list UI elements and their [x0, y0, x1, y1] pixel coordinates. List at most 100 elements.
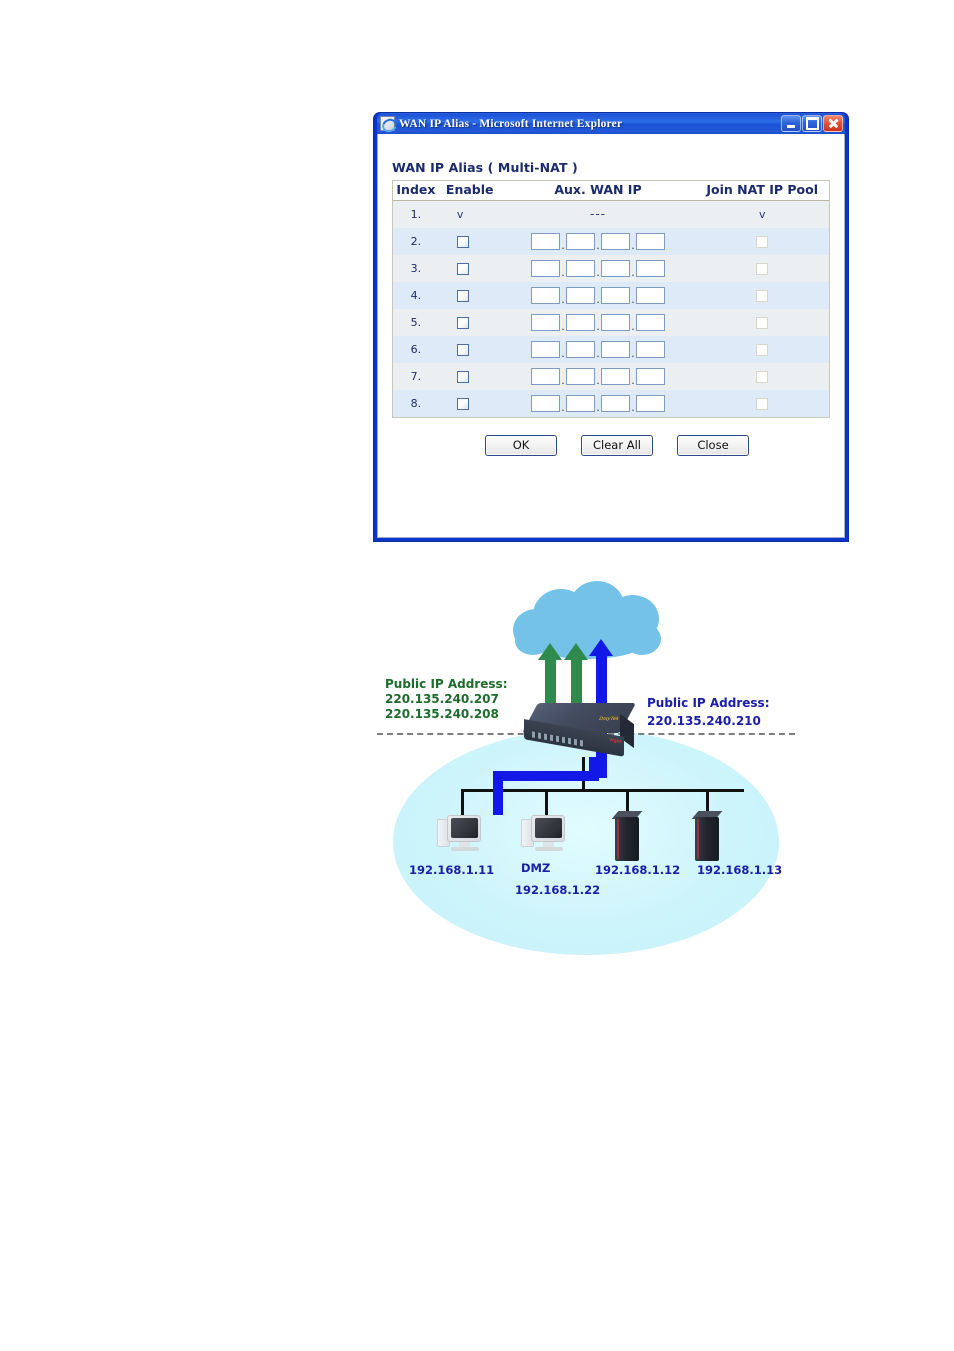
ip-octet-input-1[interactable] [530, 313, 560, 331]
ip-octet-input-3[interactable] [600, 232, 630, 250]
enable-checkbox[interactable] [456, 316, 469, 329]
join-nat-pool-checkbox[interactable] [756, 370, 769, 383]
octet-separator: . [596, 400, 600, 414]
octet-separator: . [561, 292, 565, 306]
aux-wan-ip-cell: --- [500, 200, 696, 228]
ip-octet-input-2[interactable] [565, 313, 595, 331]
octet-separator: . [631, 265, 635, 279]
ip-octet-input-3[interactable] [600, 313, 630, 331]
host-dmz-label: DMZ [521, 861, 551, 875]
octet-separator: . [596, 346, 600, 360]
ip-octet-input-3[interactable] [600, 259, 630, 277]
ip-octet-input-4[interactable] [635, 313, 665, 331]
enable-checkbox[interactable] [456, 343, 469, 356]
ip-octet-group: ... [502, 286, 695, 306]
aux-wan-ip-cell: ... [500, 281, 696, 309]
ip-octet-input-1[interactable] [530, 232, 560, 250]
ip-octet-input-4[interactable] [635, 340, 665, 358]
octet-separator: . [561, 346, 565, 360]
enable-cell [438, 362, 501, 390]
window-titlebar[interactable]: WAN IP Alias - Microsoft Internet Explor… [377, 113, 845, 134]
ip-octet-input-1[interactable] [530, 367, 560, 385]
join-nat-pool-checkbox[interactable] [756, 289, 769, 302]
ip-octet-group: ... [502, 367, 695, 387]
table-body: 1. v --- v 2.... 3.... 4.... 5.... 6.... 7.... 8..… [393, 200, 829, 417]
dmz-path-vertical-down [493, 771, 503, 815]
ip-octet-input-2[interactable] [565, 232, 595, 250]
enable-checkbox[interactable] [456, 397, 469, 410]
ip-octet-input-1[interactable] [530, 394, 560, 412]
join-nat-ip-pool-cell [695, 389, 829, 417]
enable-cell [438, 281, 501, 309]
enable-cell [438, 308, 501, 336]
enable-checkbox[interactable] [456, 262, 469, 275]
ip-octet-input-3[interactable] [600, 286, 630, 304]
ip-octet-group: ... [502, 394, 695, 414]
octet-separator: . [631, 238, 635, 252]
octet-separator: . [561, 319, 565, 333]
octet-separator: . [631, 319, 635, 333]
ip-octet-input-2[interactable] [565, 259, 595, 277]
host-server-2-icon [691, 811, 725, 865]
join-nat-ip-pool-cell [695, 335, 829, 363]
wan-ip-alias-table: Index Enable Aux. WAN IP Join NAT IP Poo… [392, 180, 830, 418]
enable-cell [438, 254, 501, 282]
octet-separator: . [631, 373, 635, 387]
octet-separator: . [631, 400, 635, 414]
ip-octet-input-3[interactable] [600, 340, 630, 358]
join-nat-pool-checkbox[interactable] [756, 316, 769, 329]
ip-octet-input-4[interactable] [635, 259, 665, 277]
host-pc-1-label: 192.168.1.11 [409, 863, 495, 877]
aux-wan-ip-cell: ... [500, 362, 696, 390]
close-icon[interactable] [823, 115, 843, 132]
enable-checkbox[interactable] [456, 235, 469, 248]
join-nat-ip-pool-cell [695, 308, 829, 336]
row-index-cell: 2. [393, 227, 439, 255]
table-row: 1. v --- v [393, 200, 829, 228]
ip-octet-input-4[interactable] [635, 232, 665, 250]
ip-octet-input-1[interactable] [530, 340, 560, 358]
join-nat-pool-checkbox[interactable] [756, 343, 769, 356]
aux-wan-ip-cell: ... [500, 389, 696, 417]
table-row: 2.... [393, 227, 829, 255]
join-nat-ip-pool-cell [695, 227, 829, 255]
ip-octet-input-4[interactable] [635, 394, 665, 412]
row-index-cell: 8. [393, 389, 439, 417]
aux-wan-ip-placeholder: --- [589, 207, 606, 222]
ip-octet-input-2[interactable] [565, 286, 595, 304]
ip-octet-input-3[interactable] [600, 367, 630, 385]
host-pc-1-icon [437, 815, 485, 853]
column-header-aux-wan-ip: Aux. WAN IP [500, 181, 696, 201]
button-bar: OK Clear All Close [392, 434, 832, 456]
ip-octet-input-3[interactable] [600, 394, 630, 412]
join-nat-pool-checkbox[interactable] [756, 262, 769, 275]
host-server-1-label: 192.168.1.12 [595, 863, 681, 877]
join-nat-ip-pool-cell: v [695, 200, 829, 228]
join-nat-pool-checkbox[interactable] [756, 397, 769, 410]
enable-cell [438, 335, 501, 363]
ip-octet-input-2[interactable] [565, 367, 595, 385]
dmz-path-horizontal [493, 771, 599, 781]
wan-left-ip2-label: 220.135.240.208 [385, 707, 499, 721]
ip-octet-input-4[interactable] [635, 286, 665, 304]
octet-separator: . [596, 292, 600, 306]
wan-left-ip1-label: 220.135.240.207 [385, 692, 499, 706]
octet-separator: . [596, 238, 600, 252]
ok-button[interactable]: OK [485, 434, 557, 456]
enable-checkbox[interactable] [456, 289, 469, 302]
table-row: 4.... [393, 281, 829, 309]
ip-octet-input-2[interactable] [565, 394, 595, 412]
clear-all-button[interactable]: Clear All [581, 434, 653, 456]
ip-octet-input-4[interactable] [635, 367, 665, 385]
minimize-button[interactable] [781, 115, 801, 132]
network-topology-diagram: Internet DrayTek Vigor Public IP Address… [377, 571, 795, 959]
join-nat-pool-checkbox[interactable] [756, 235, 769, 248]
ip-octet-input-1[interactable] [530, 259, 560, 277]
close-button[interactable]: Close [677, 434, 749, 456]
ip-octet-input-2[interactable] [565, 340, 595, 358]
enable-checkbox[interactable] [456, 370, 469, 383]
maximize-button[interactable] [802, 115, 822, 132]
lan-trunk-horizontal [461, 789, 744, 792]
ip-octet-input-1[interactable] [530, 286, 560, 304]
octet-separator: . [561, 265, 565, 279]
